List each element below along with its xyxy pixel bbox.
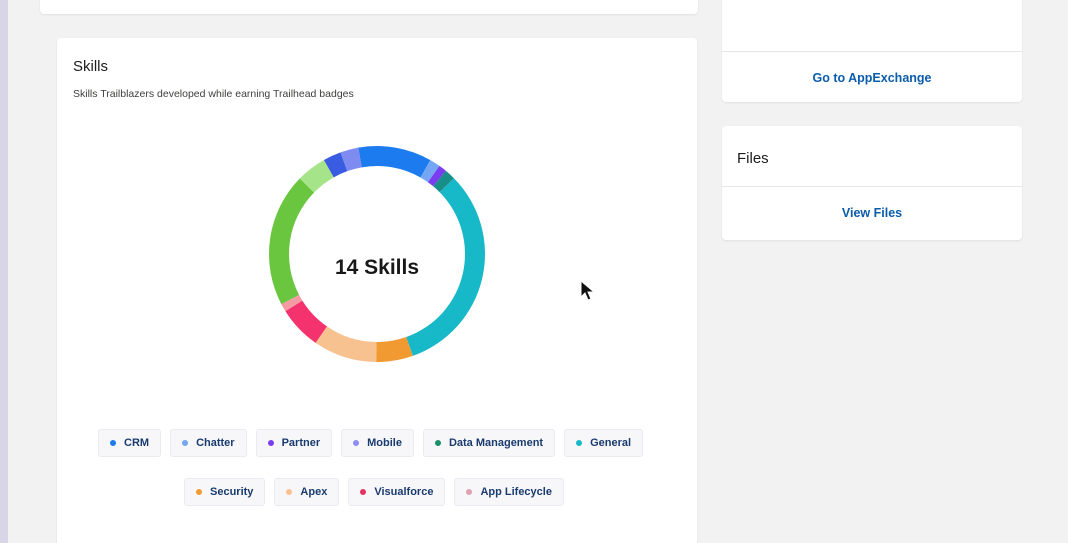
legend-label: Apex <box>300 486 328 498</box>
skills-donut-chart <box>269 146 486 362</box>
legend-label: Mobile <box>367 437 402 449</box>
legend-dot-icon <box>182 440 189 446</box>
legend-dot-icon <box>466 489 473 495</box>
skills-title: Skills <box>73 58 109 75</box>
legend-item-partner[interactable]: Partner <box>255 429 333 457</box>
legend-item-chatter[interactable]: Chatter <box>170 429 247 457</box>
legend-item-data-management[interactable]: Data Management <box>422 429 556 457</box>
legend-item-app-lifecycle[interactable]: App Lifecycle <box>454 478 564 506</box>
appexchange-card: Go to AppExchange <box>722 0 1022 102</box>
legend-label: Data Management <box>448 437 544 449</box>
files-card: Files View Files <box>722 126 1022 240</box>
legend-label: Chatter <box>196 437 235 449</box>
donut-segment-5[interactable] <box>376 337 413 362</box>
legend-dot-icon <box>196 489 202 495</box>
legend-label: Partner <box>281 437 321 449</box>
files-title: Files <box>737 150 769 167</box>
donut-segment-6[interactable] <box>315 326 377 362</box>
go-to-appexchange-link[interactable]: Go to AppExchange <box>722 71 1022 85</box>
legend-dot-icon <box>576 440 583 446</box>
skills-count-label: 14 Skills <box>334 256 420 279</box>
donut-segment-9[interactable] <box>269 178 315 305</box>
legend-label: App Lifecycle <box>480 486 552 498</box>
view-files-link[interactable]: View Files <box>722 206 1022 220</box>
legend-dot-icon <box>267 440 274 446</box>
legend-label: General <box>590 437 632 449</box>
skills-subtitle: Skills Trailblazers developed while earn… <box>73 88 354 100</box>
legend-item-visualforce[interactable]: Visualforce <box>348 478 446 506</box>
window-left-edge <box>0 0 8 543</box>
legend-row-2: Security Apex Visualforce App Lifecycle <box>184 478 573 506</box>
skills-card: Skills Skills Trailblazers developed whi… <box>57 38 697 543</box>
divider <box>722 51 1022 52</box>
donut-segment-0[interactable] <box>358 146 431 178</box>
legend-dot-icon <box>286 489 293 495</box>
legend-row-1: CRM Chatter Partner Mobile Data Management Ge… <box>98 429 652 457</box>
legend-label: CRM <box>124 437 150 449</box>
legend-item-security[interactable]: Security <box>184 478 266 506</box>
divider <box>722 186 1022 187</box>
legend-dot-icon <box>110 440 116 446</box>
legend-item-mobile[interactable]: Mobile <box>341 429 414 457</box>
legend-dot-icon <box>434 440 441 446</box>
mouse-pointer-icon <box>580 280 596 301</box>
legend-item-crm[interactable]: CRM <box>98 429 162 457</box>
legend-label: Visualforce <box>374 486 434 498</box>
legend-dot-icon <box>360 489 367 495</box>
legend-item-general[interactable]: General <box>564 429 644 457</box>
legend-item-apex[interactable]: Apex <box>274 478 340 506</box>
previous-card-bottom <box>40 0 698 14</box>
legend-label: Security <box>210 486 254 498</box>
legend-dot-icon <box>353 440 360 446</box>
